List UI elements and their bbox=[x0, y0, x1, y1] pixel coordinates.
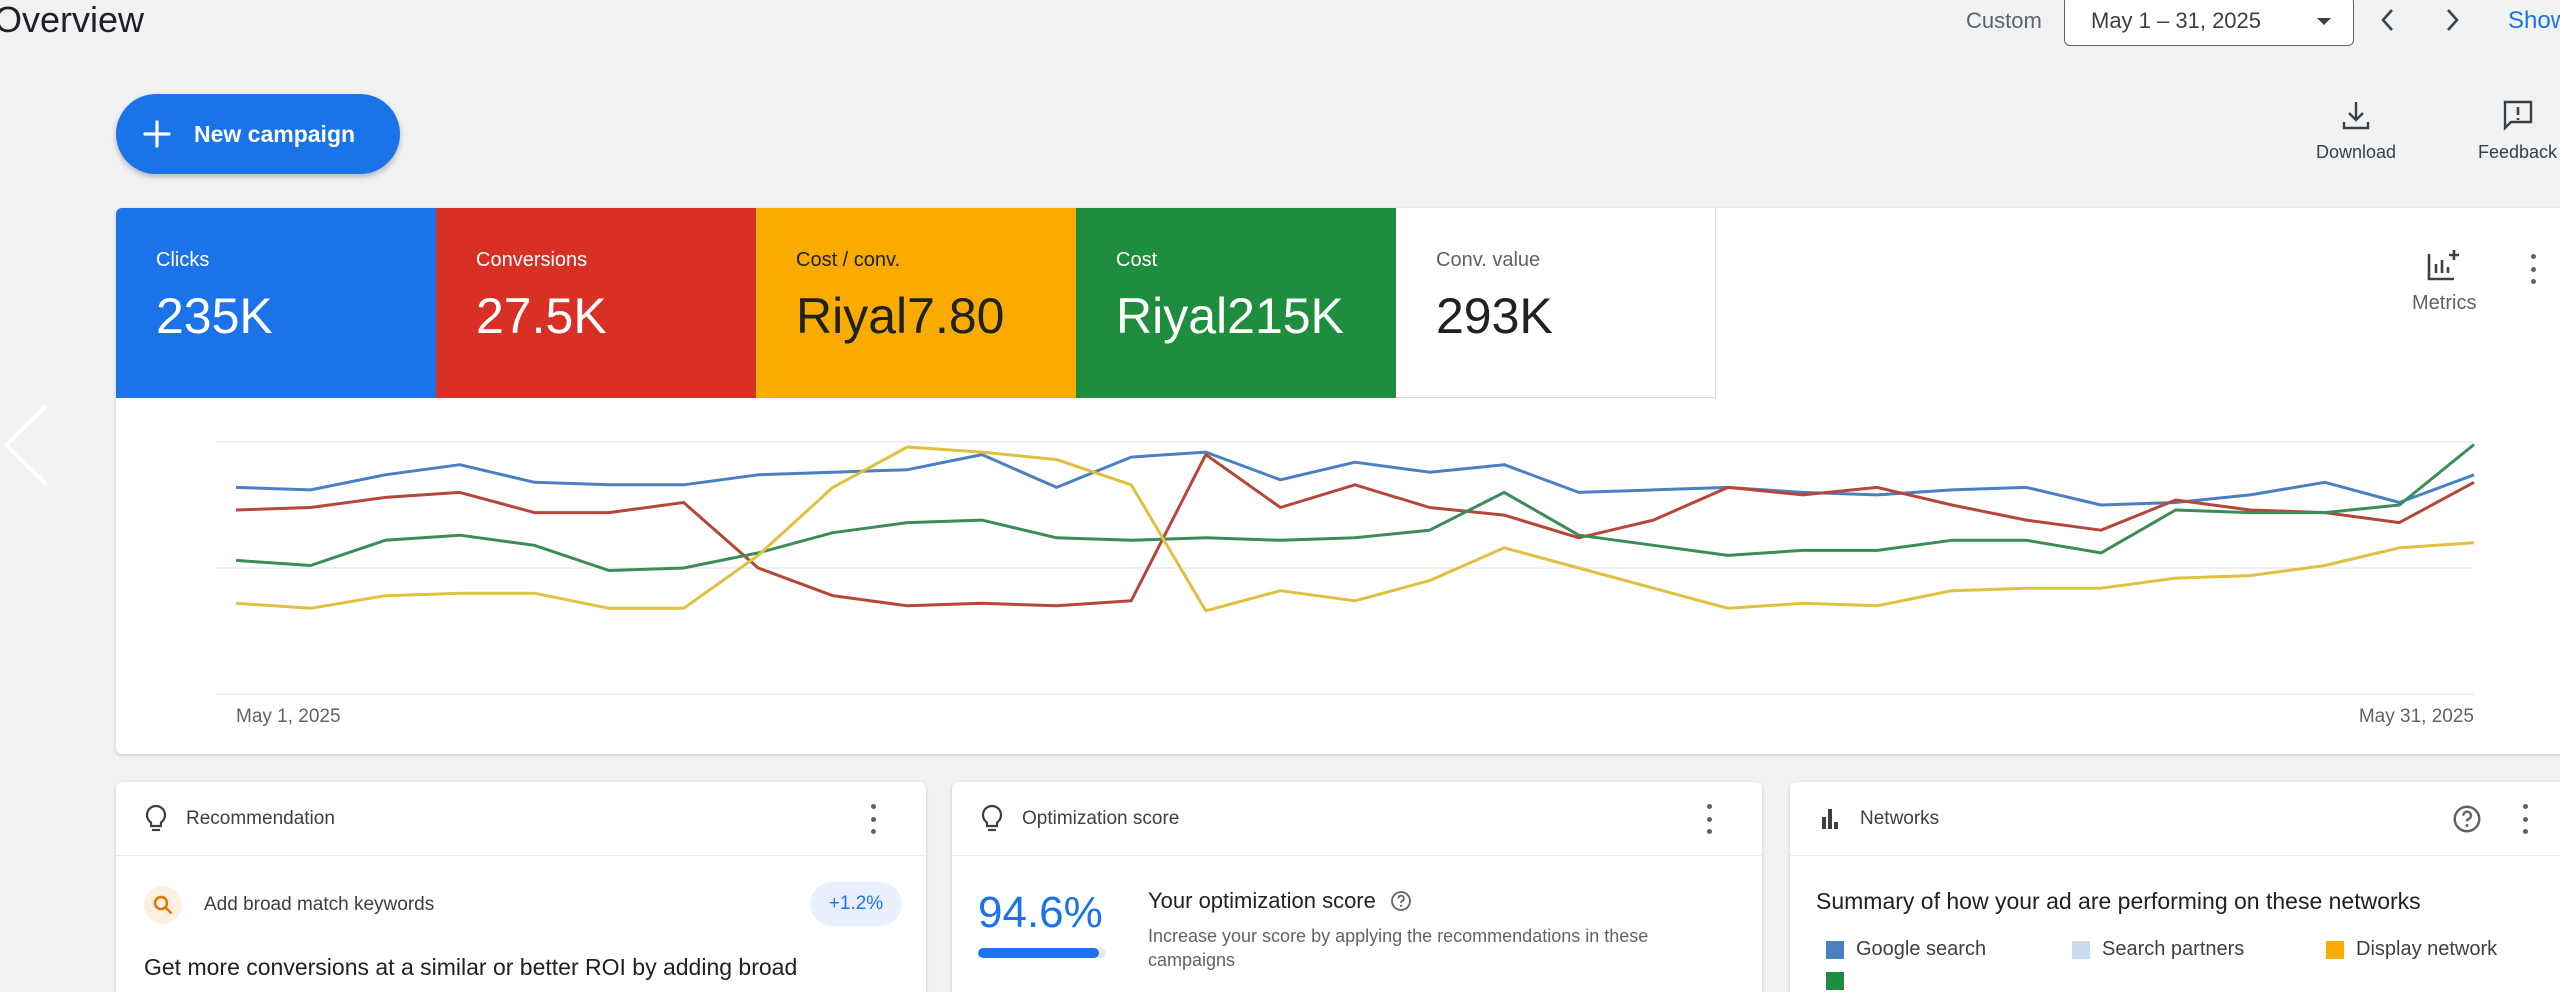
metric-value: Riyal7.80 bbox=[796, 288, 1005, 344]
date-range-label: Custom bbox=[1966, 8, 2042, 33]
metric-label: Cost bbox=[1116, 249, 1158, 271]
x-axis-end-label: May 31, 2025 bbox=[2359, 706, 2474, 727]
metric-tile-conversions[interactable]: Conversions 27.5K bbox=[436, 208, 756, 398]
metrics-button[interactable]: Metrics bbox=[2412, 248, 2476, 315]
metric-label: Clicks bbox=[156, 249, 210, 271]
legend-display-network: Display network bbox=[2326, 938, 2497, 961]
legend-swatch bbox=[1826, 972, 1844, 990]
metric-value: 27.5K bbox=[476, 288, 607, 344]
networks-header: Networks bbox=[1790, 782, 2560, 856]
search-icon bbox=[144, 886, 182, 924]
optimization-heading-label: Your optimization score bbox=[1148, 888, 1376, 913]
uplift-badge: +1.2% bbox=[810, 882, 902, 926]
legend-google-search: Google search bbox=[1826, 938, 1986, 961]
metric-tile-conv-value[interactable]: Conv. value 293K bbox=[1396, 208, 1716, 398]
add-chart-icon bbox=[2427, 250, 2460, 281]
optimization-heading[interactable]: Your optimization score bbox=[1148, 888, 1412, 914]
bar-chart-icon bbox=[1822, 808, 1838, 829]
metric-tile-clicks[interactable]: Clicks 235K bbox=[116, 208, 436, 398]
metric-value: Riyal215K bbox=[1116, 288, 1344, 344]
show-link[interactable]: Show bbox=[2508, 7, 2560, 35]
metric-value: 235K bbox=[156, 288, 273, 344]
plus-icon bbox=[143, 120, 171, 148]
metric-tile-cost-per-conv[interactable]: Cost / conv. Riyal7.80 bbox=[756, 208, 1076, 398]
next-period-button[interactable] bbox=[2434, 2, 2470, 38]
recommendation-item-label: Add broad match keywords bbox=[204, 894, 435, 915]
recommendation-description: Get more conversions at a similar or bet… bbox=[144, 954, 798, 980]
chart-series-line-1 bbox=[235, 450, 2475, 507]
legend-partial-item bbox=[1826, 972, 1856, 990]
x-axis-start-label: May 1, 2025 bbox=[236, 706, 341, 727]
legend-swatch bbox=[2072, 940, 2090, 959]
optimization-subtext: Increase your score by applying the reco… bbox=[1148, 926, 1649, 970]
legend-label: Google search bbox=[1856, 938, 1987, 960]
recommendation-card: Recommendation Add broad match keywords … bbox=[116, 782, 926, 992]
download-label: Download bbox=[2316, 142, 2397, 162]
more-options-icon[interactable] bbox=[1704, 804, 1714, 834]
optimization-title: Optimization score bbox=[1022, 807, 1180, 829]
lightbulb-icon bbox=[981, 804, 1003, 831]
recommendation-header: Recommendation bbox=[116, 782, 926, 856]
recommendation-item[interactable]: Add broad match keywords bbox=[144, 886, 434, 924]
networks-summary: Summary of how your ad are performing on… bbox=[1816, 888, 2421, 914]
more-options-icon[interactable] bbox=[2528, 254, 2538, 284]
metric-label: Cost / conv. bbox=[796, 249, 901, 271]
metric-label: Conversions bbox=[476, 249, 588, 271]
feedback-icon bbox=[2503, 100, 2532, 131]
date-range-value: May 1 – 31, 2025 bbox=[2091, 8, 2262, 33]
previous-period-button[interactable] bbox=[2370, 2, 2406, 38]
feedback-button[interactable]: Feedback bbox=[2478, 98, 2557, 163]
recommendation-title: Recommendation bbox=[186, 807, 335, 829]
optimization-score-bar bbox=[978, 948, 1106, 958]
chevron-left-icon[interactable] bbox=[0, 400, 52, 490]
legend-swatch bbox=[2326, 940, 2344, 959]
feedback-label: Feedback bbox=[2478, 142, 2558, 162]
optimization-score-fill bbox=[978, 948, 1100, 958]
metrics-label: Metrics bbox=[2412, 292, 2477, 314]
new-campaign-label: New campaign bbox=[194, 120, 356, 147]
download-icon bbox=[2342, 102, 2370, 130]
lightbulb-icon bbox=[145, 804, 167, 831]
more-options-icon[interactable] bbox=[2520, 804, 2530, 834]
optimization-header: Optimization score bbox=[952, 782, 1762, 856]
help-icon[interactable] bbox=[2452, 804, 2482, 834]
metric-value: 293K bbox=[1436, 288, 1553, 344]
new-campaign-button[interactable]: New campaign bbox=[116, 94, 400, 174]
date-range-select[interactable]: May 1 – 31, 2025 bbox=[2064, 0, 2354, 46]
legend-search-partners: Search partners bbox=[2072, 938, 2244, 961]
download-button[interactable]: Download bbox=[2316, 98, 2396, 163]
more-options-icon[interactable] bbox=[868, 804, 878, 834]
caret-down-icon bbox=[2317, 18, 2331, 25]
performance-card: Clicks 235K Conversions 27.5K Cost / con… bbox=[116, 208, 2560, 754]
metric-tile-cost[interactable]: Cost Riyal215K bbox=[1076, 208, 1396, 398]
networks-card: Networks Summary of how your ad are perf… bbox=[1790, 782, 2560, 992]
chart-series-line-4 bbox=[235, 445, 2475, 613]
optimization-score-value: 94.6% bbox=[978, 888, 1103, 937]
optimization-score-card: Optimization score 94.6% Your optimizati… bbox=[952, 782, 1762, 992]
chevron-left-icon bbox=[2381, 9, 2393, 31]
legend-swatch bbox=[1826, 940, 1844, 959]
help-icon[interactable] bbox=[1390, 890, 1412, 912]
page-title: Overview bbox=[0, 0, 145, 40]
networks-title: Networks bbox=[1860, 807, 1940, 829]
legend-label: Display network bbox=[2356, 938, 2498, 960]
legend-label: Search partners bbox=[2102, 938, 2245, 960]
chevron-right-icon bbox=[2447, 9, 2459, 31]
metric-label: Conv. value bbox=[1436, 249, 1541, 271]
performance-line-chart: May 1, 2025 May 31, 2025 bbox=[216, 441, 2475, 727]
